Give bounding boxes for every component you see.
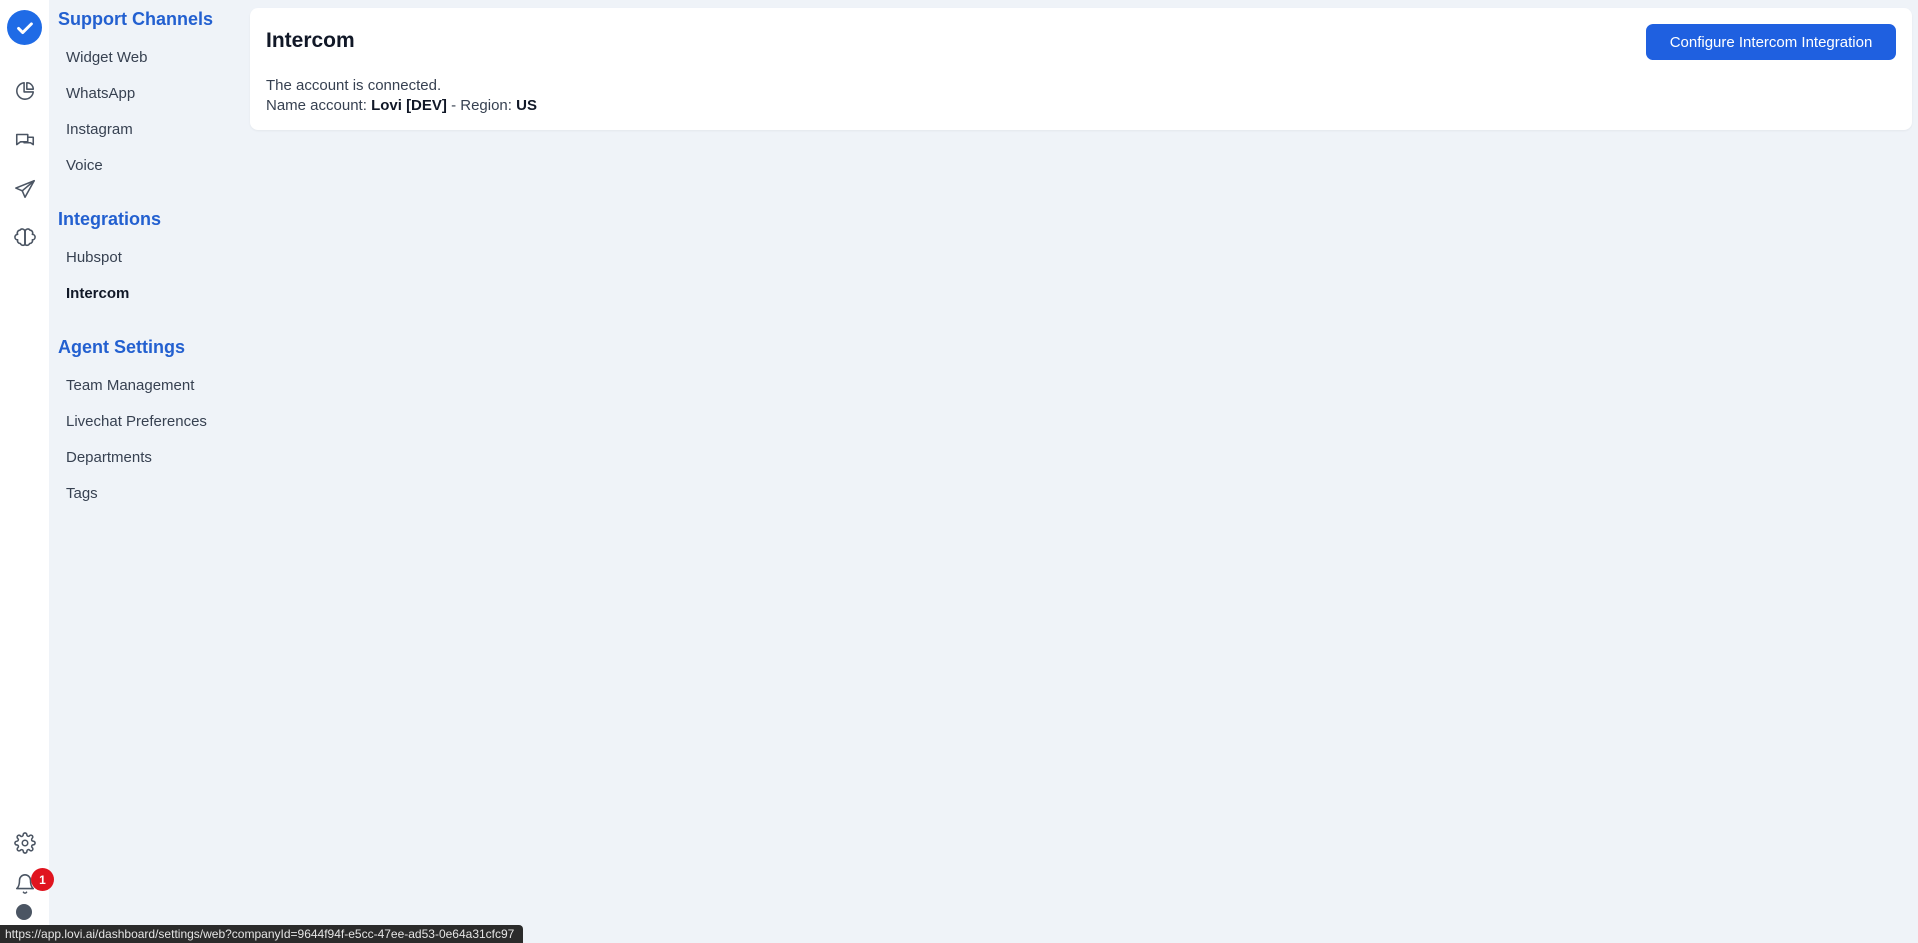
section-title-agent-settings: Agent Settings: [58, 337, 186, 357]
analytics-pie-icon[interactable]: [12, 78, 38, 104]
name-account-value: Lovi [DEV]: [371, 97, 447, 114]
nav-item-widget-web[interactable]: Widget Web: [66, 49, 147, 66]
account-info-line: Name account: Lovi [DEV] - Region: US: [266, 97, 537, 114]
campaigns-send-icon[interactable]: [12, 176, 38, 202]
name-account-label: Name account:: [266, 97, 367, 114]
user-avatar[interactable]: [16, 904, 32, 920]
conversations-icon[interactable]: [12, 127, 38, 153]
settings-gear-icon[interactable]: [12, 830, 38, 856]
nav-item-tags[interactable]: Tags: [66, 485, 98, 502]
nav-item-intercom[interactable]: Intercom: [66, 285, 129, 302]
intercom-card: Intercom Configure Intercom Integration …: [250, 8, 1912, 130]
app-logo-icon[interactable]: [7, 10, 42, 45]
icon-rail: 1: [0, 0, 54, 943]
page-title: Intercom: [266, 29, 355, 52]
nav-item-team-management[interactable]: Team Management: [66, 377, 194, 394]
nav-item-voice[interactable]: Voice: [66, 157, 103, 174]
region-value: US: [516, 97, 537, 114]
browser-status-url: https://app.lovi.ai/dashboard/settings/w…: [0, 925, 523, 943]
region-label: - Region:: [451, 97, 512, 114]
nav-item-instagram[interactable]: Instagram: [66, 121, 133, 138]
configure-intercom-button[interactable]: Configure Intercom Integration: [1646, 24, 1896, 60]
section-title-support-channels: Support Channels: [58, 9, 214, 29]
nav-item-livechat-preferences[interactable]: Livechat Preferences: [66, 413, 207, 430]
connection-status-text: The account is connected.: [266, 77, 442, 94]
ai-brain-icon[interactable]: [12, 225, 38, 251]
nav-item-departments[interactable]: Departments: [66, 449, 152, 466]
section-title-integrations: Integrations: [58, 209, 162, 229]
settings-sidenav: Support Channels Widget Web WhatsApp Ins…: [49, 0, 249, 943]
nav-item-whatsapp[interactable]: WhatsApp: [66, 85, 135, 102]
nav-item-hubspot[interactable]: Hubspot: [66, 249, 122, 266]
